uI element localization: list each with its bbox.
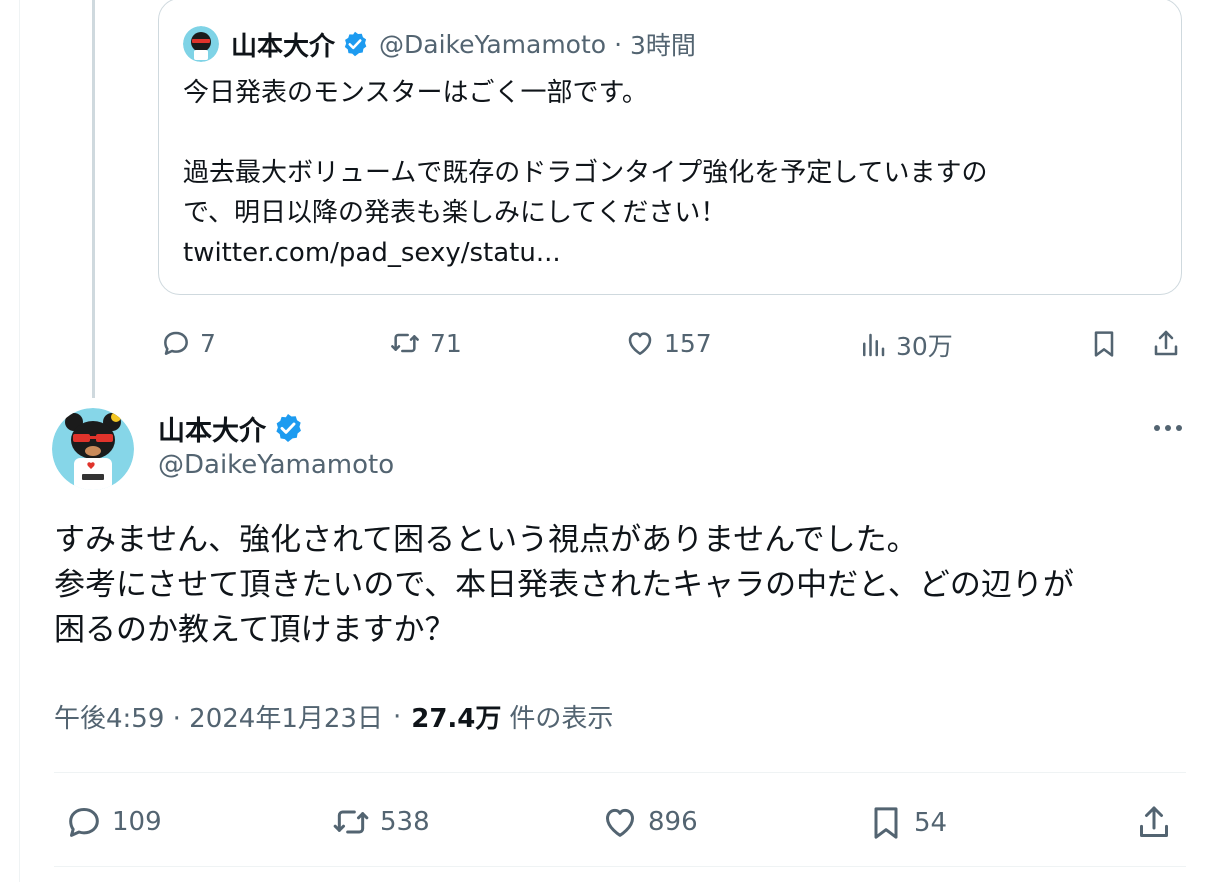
repost-button[interactable]: 538 <box>330 802 430 842</box>
quoted-tweet-header: 山本大介 @DaikeYamamoto · 3時間 <box>183 24 696 64</box>
repost-count: 538 <box>380 807 430 837</box>
divider <box>54 866 1186 867</box>
tweet-text: すみません、強化されて困るという視点がありませんでした。 参考にさせて頂きたいの… <box>54 518 1204 653</box>
reply-button[interactable]: 7 <box>160 327 216 359</box>
repost-icon <box>391 333 419 353</box>
quoted-tweet-card[interactable]: 山本大介 @DaikeYamamoto · 3時間 今日発表のモンスターはごく一… <box>158 0 1182 295</box>
like-button[interactable]: 896 <box>600 802 698 842</box>
bookmark-button[interactable]: 54 <box>866 802 947 844</box>
text-line: 過去最大ボリュームで既存のドラゴンタイプ強化を予定していますの <box>183 158 988 188</box>
views-count[interactable]: 27.4万 <box>411 698 501 735</box>
like-button[interactable]: 157 <box>624 327 712 359</box>
like-count: 157 <box>664 328 712 358</box>
quoted-author-name[interactable]: 山本大介 <box>231 26 335 63</box>
thread-connector-line <box>92 0 95 398</box>
verified-badge-icon <box>344 31 367 57</box>
author-handle[interactable]: @DaikeYamamoto <box>158 450 394 480</box>
header-separator: · <box>614 29 623 59</box>
tweet-link[interactable]: twitter.com/pad_sexy/statu... <box>183 233 1143 273</box>
share-button[interactable] <box>1150 327 1182 361</box>
reply-count: 7 <box>200 328 216 358</box>
views-icon <box>863 333 885 357</box>
author-avatar[interactable] <box>183 26 219 62</box>
bookmark-icon <box>1094 331 1114 357</box>
views-label: 件の表示 <box>509 704 614 734</box>
like-icon <box>628 332 652 355</box>
author-avatar[interactable] <box>52 408 134 490</box>
frame-border <box>19 0 20 882</box>
reply-icon <box>69 808 99 837</box>
author-name-row: 山本大介 <box>158 408 304 448</box>
text-line: すみません、強化されて困るという視点がありませんでした。 <box>54 522 918 558</box>
text-line: 参考にさせて頂きたいので、本日発表されたキャラの中だと、どの辺りが <box>54 567 1074 603</box>
bookmark-count: 54 <box>914 808 948 838</box>
bookmark-button[interactable] <box>1088 327 1120 361</box>
more-options-button[interactable] <box>1148 414 1188 442</box>
author-name[interactable]: 山本大介 <box>158 409 266 448</box>
text-line: で、明日以降の発表も楽しみにしてください！ <box>183 198 727 228</box>
bookmark-icon <box>874 807 898 839</box>
like-icon <box>606 808 634 837</box>
reply-count: 109 <box>112 807 162 837</box>
repost-count: 71 <box>430 328 462 358</box>
tweet-metadata: 午後4:59 · 2024年1月23日 · 27.4万 件の表示 <box>54 698 613 735</box>
share-button[interactable] <box>1134 802 1174 844</box>
quoted-tweet-time[interactable]: 3時間 <box>630 26 696 62</box>
views-count: 30万 <box>896 332 953 361</box>
share-icon <box>1154 330 1178 356</box>
like-count: 896 <box>648 807 698 837</box>
quoted-tweet-text: 今日発表のモンスターはごく一部です。 過去最大ボリュームで既存のドラゴンタイプ強… <box>183 73 1143 273</box>
more-icon <box>1154 425 1182 431</box>
share-icon <box>1140 806 1168 837</box>
repost-button[interactable]: 71 <box>388 327 462 359</box>
tweet-timestamp[interactable]: 午後4:59 · 2024年1月23日 <box>54 698 383 735</box>
repost-icon <box>333 810 369 834</box>
reply-button[interactable]: 109 <box>64 802 162 842</box>
quoted-author-handle[interactable]: @DaikeYamamoto <box>379 30 606 59</box>
verified-badge-icon <box>276 414 301 442</box>
views-button[interactable]: 30万 <box>858 327 953 363</box>
text-line: 今日発表のモンスターはごく一部です。 <box>183 78 648 108</box>
meta-separator: · <box>392 701 402 732</box>
divider <box>54 772 1186 773</box>
text-line: 困るのか教えて頂けますか？ <box>54 612 456 648</box>
reply-icon <box>164 331 188 355</box>
